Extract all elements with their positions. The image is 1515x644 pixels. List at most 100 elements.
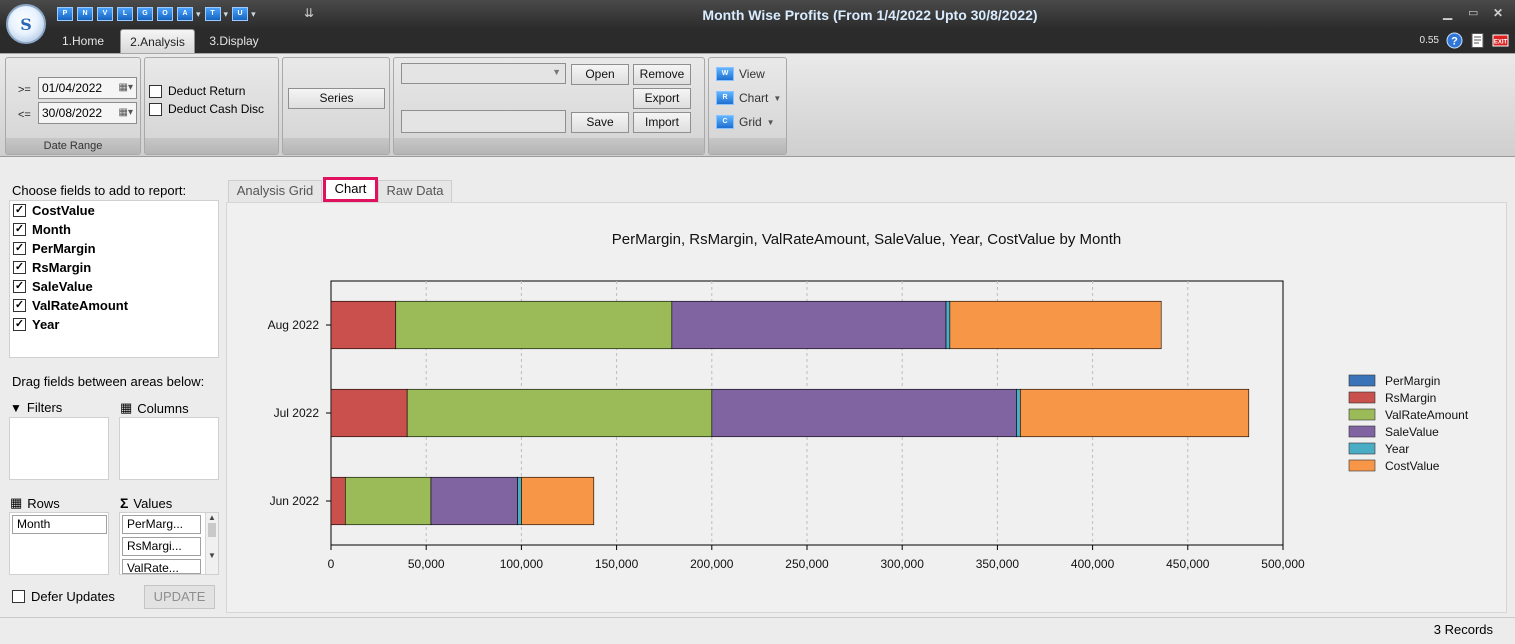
layout-combo[interactable]: ▼ bbox=[401, 63, 566, 84]
checkbox-icon[interactable] bbox=[149, 102, 162, 116]
to-operator-label: <= bbox=[18, 109, 31, 121]
values-item-rsmargin[interactable]: RsMargi... bbox=[122, 537, 201, 556]
remove-button[interactable]: Remove bbox=[633, 64, 691, 85]
field-item[interactable]: ✓ Month bbox=[13, 222, 71, 237]
scroll-up-icon[interactable]: ▲ bbox=[206, 513, 218, 522]
field-item[interactable]: ✓ PerMargin bbox=[13, 241, 96, 256]
to-date-field[interactable]: 30/08/2022 ▦▾ bbox=[38, 102, 137, 124]
date-range-label: Date Range bbox=[6, 138, 140, 154]
save-button[interactable]: Save bbox=[571, 112, 629, 133]
chevron-down-icon[interactable]: ▼ bbox=[773, 94, 781, 103]
version-label: 0.55 bbox=[1419, 35, 1439, 46]
chart-button[interactable]: R Chart ▼ bbox=[716, 91, 781, 105]
values-area[interactable]: PerMarg... RsMargi... ValRate... ▲ ▼ bbox=[119, 512, 219, 575]
checkbox-icon[interactable] bbox=[12, 590, 25, 603]
import-button[interactable]: Import bbox=[633, 112, 691, 133]
quick-access-button[interactable]: O bbox=[156, 6, 174, 22]
notes-icon[interactable] bbox=[1469, 32, 1486, 49]
app-logo-icon[interactable]: S bbox=[6, 4, 46, 44]
tab-home[interactable]: 1.Home bbox=[55, 29, 111, 53]
from-date-field[interactable]: 01/04/2022 ▦▾ bbox=[38, 77, 137, 99]
scroll-down-icon[interactable]: ▼ bbox=[206, 551, 218, 560]
quick-access-button[interactable]: V bbox=[96, 6, 114, 22]
calendar-dropdown-icon[interactable]: ▦▾ bbox=[119, 78, 133, 98]
quick-access-button[interactable]: L bbox=[116, 6, 134, 22]
chart-icon: R bbox=[716, 91, 734, 105]
deduct-cash-disc-checkbox[interactable]: Deduct Cash Disc bbox=[149, 102, 264, 116]
values-item-permargin[interactable]: PerMarg... bbox=[122, 515, 201, 534]
options-group-label bbox=[145, 138, 278, 154]
minimize-button[interactable]: ▁ bbox=[1443, 6, 1452, 20]
update-button[interactable]: UPDATE bbox=[144, 585, 215, 609]
x-tick-label: 0 bbox=[328, 557, 335, 571]
chevron-down-icon[interactable]: ▾ bbox=[251, 9, 256, 20]
field-item[interactable]: ✓ RsMargin bbox=[13, 260, 91, 275]
quick-access-button[interactable]: U ▾ bbox=[231, 6, 257, 22]
bar-segment bbox=[406, 388, 713, 438]
calendar-dropdown-icon[interactable]: ▦▾ bbox=[119, 103, 133, 123]
field-item[interactable]: ✓ SaleValue bbox=[13, 279, 93, 294]
legend-swatch bbox=[1348, 408, 1376, 421]
checkbox-icon[interactable]: ✓ bbox=[13, 261, 26, 274]
quick-access-button[interactable]: N bbox=[76, 6, 94, 22]
checkbox-icon[interactable]: ✓ bbox=[13, 223, 26, 236]
field-list-title: Choose fields to add to report: bbox=[12, 183, 187, 198]
quick-access-button[interactable]: P bbox=[56, 6, 74, 22]
close-button[interactable]: ✕ bbox=[1493, 6, 1503, 20]
view-group: W View R Chart ▼ C Grid ▼ bbox=[708, 57, 787, 155]
columns-area-label: ▦ Columns bbox=[120, 400, 189, 416]
values-scrollbar[interactable]: ▲ ▼ bbox=[205, 513, 218, 574]
chevron-down-icon[interactable]: ▼ bbox=[767, 118, 775, 127]
deduct-return-checkbox[interactable]: Deduct Return bbox=[149, 84, 245, 98]
field-item[interactable]: ✓ Year bbox=[13, 317, 59, 332]
help-icon[interactable]: ? bbox=[1446, 32, 1463, 49]
quick-access-icon: O bbox=[157, 7, 173, 21]
bar-segment bbox=[521, 476, 595, 526]
series-button[interactable]: Series bbox=[288, 88, 385, 109]
columns-area[interactable] bbox=[119, 417, 219, 480]
chevron-down-icon[interactable]: ▾ bbox=[196, 9, 201, 20]
values-label: Values bbox=[133, 495, 173, 511]
chevron-down-icon[interactable]: ▼ bbox=[552, 67, 561, 77]
legend-label: ValRateAmount bbox=[1385, 408, 1469, 422]
rows-area[interactable]: Month bbox=[9, 512, 109, 575]
tab-analysis-grid[interactable]: Analysis Grid bbox=[228, 180, 322, 202]
tab-analysis[interactable]: 2.Analysis bbox=[120, 29, 195, 53]
quick-access-icon: P bbox=[57, 7, 73, 21]
layout-group: ▼ Open Remove Export Save Import bbox=[393, 57, 705, 155]
defer-updates-checkbox[interactable]: Defer Updates bbox=[12, 589, 115, 604]
scroll-thumb[interactable] bbox=[208, 523, 216, 537]
checkbox-icon[interactable]: ✓ bbox=[13, 280, 26, 293]
checkbox-icon[interactable]: ✓ bbox=[13, 204, 26, 217]
x-tick-label: 350,000 bbox=[976, 557, 1020, 571]
export-button[interactable]: Export bbox=[633, 88, 691, 109]
chart-label: Chart bbox=[739, 91, 769, 105]
quick-access-button[interactable]: G bbox=[136, 6, 154, 22]
quick-access-button[interactable]: T ▾ bbox=[204, 6, 230, 22]
layout-name-field[interactable] bbox=[401, 110, 566, 133]
exit-icon[interactable]: EXIT bbox=[1492, 32, 1509, 49]
values-item-valrateamount[interactable]: ValRate... bbox=[122, 559, 201, 574]
tab-display[interactable]: 3.Display bbox=[203, 29, 265, 53]
checkbox-icon[interactable]: ✓ bbox=[13, 318, 26, 331]
checkbox-icon[interactable]: ✓ bbox=[13, 242, 26, 255]
bar-segment bbox=[330, 476, 346, 526]
field-item[interactable]: ✓ ValRateAmount bbox=[13, 298, 128, 313]
view-button[interactable]: W View bbox=[716, 67, 765, 81]
tab-chart[interactable]: Chart bbox=[323, 177, 378, 202]
legend-label: SaleValue bbox=[1385, 425, 1439, 439]
open-button[interactable]: Open bbox=[571, 64, 629, 85]
customize-qat-icon[interactable]: ⇊ bbox=[304, 6, 314, 20]
checkbox-icon[interactable]: ✓ bbox=[13, 299, 26, 312]
chevron-down-icon[interactable]: ▾ bbox=[224, 9, 229, 20]
field-item[interactable]: ✓ CostValue bbox=[13, 203, 95, 218]
restore-button[interactable]: ▭ bbox=[1468, 6, 1478, 19]
checkbox-icon[interactable] bbox=[149, 84, 162, 98]
rows-item-month[interactable]: Month bbox=[12, 515, 107, 534]
options-group: Deduct Return Deduct Cash Disc bbox=[144, 57, 279, 155]
quick-access-button[interactable]: A ▾ bbox=[176, 6, 202, 22]
tab-raw-data[interactable]: Raw Data bbox=[378, 180, 452, 202]
filters-area[interactable] bbox=[9, 417, 109, 480]
bar-segment bbox=[671, 300, 947, 350]
grid-button[interactable]: C Grid ▼ bbox=[716, 115, 775, 129]
